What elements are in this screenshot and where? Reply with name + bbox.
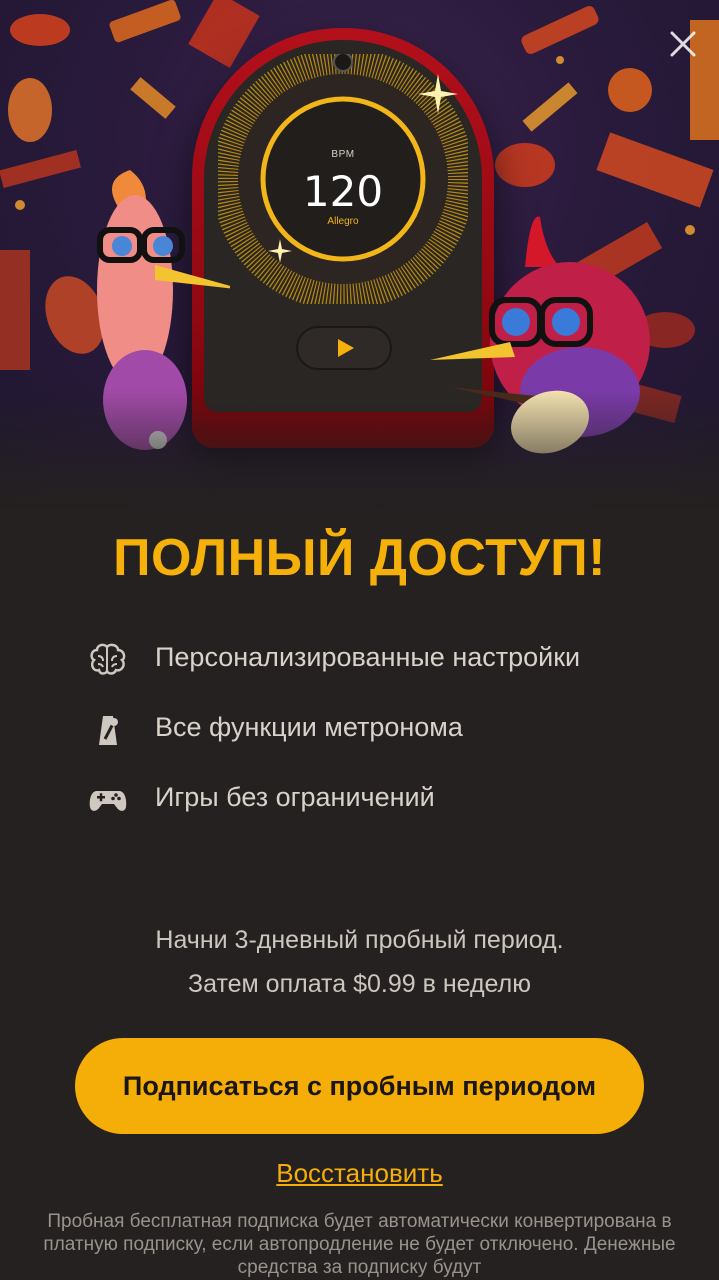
feature-item-metronome: Все функции метронома xyxy=(88,706,688,750)
play-icon xyxy=(338,339,354,357)
trial-line-1: Начни 3-дневный пробный период. xyxy=(155,926,564,954)
restore-link[interactable]: Восстановить xyxy=(276,1158,443,1188)
metronome-icon xyxy=(99,716,118,745)
feature-label: Игры без ограничений xyxy=(155,782,435,812)
play-button[interactable] xyxy=(296,326,392,370)
close-icon xyxy=(670,31,696,57)
bpm-label: BPM xyxy=(331,149,355,160)
sparkle-small-icon xyxy=(268,239,292,263)
hero-illustration: BPM 120 Allegro xyxy=(0,0,719,510)
hero-fade xyxy=(0,390,719,510)
feature-label: Персонализированные настройки xyxy=(155,642,581,672)
feature-item-personalized: Персонализированные настройки xyxy=(88,636,688,680)
bpm-value: 120 xyxy=(302,167,384,216)
trial-line-2: Затем оплата $0.99 в неделю xyxy=(188,970,531,998)
page-title: ПОЛНЫЙ ДОСТУП! xyxy=(113,529,606,587)
brain-icon xyxy=(90,643,126,675)
gamepad-icon xyxy=(89,791,127,811)
feature-item-games: Игры без ограничений xyxy=(88,776,688,820)
restore-container: Восстановить xyxy=(0,1158,719,1189)
feature-label: Все функции метронома xyxy=(155,712,463,742)
sparkle-icon xyxy=(418,74,458,114)
subscribe-trial-button[interactable]: Подписаться с пробным периодом xyxy=(75,1038,644,1134)
subscription-fine-print: Пробная бесплатная подписка будет автома… xyxy=(43,1211,676,1278)
close-button[interactable] xyxy=(665,26,701,62)
